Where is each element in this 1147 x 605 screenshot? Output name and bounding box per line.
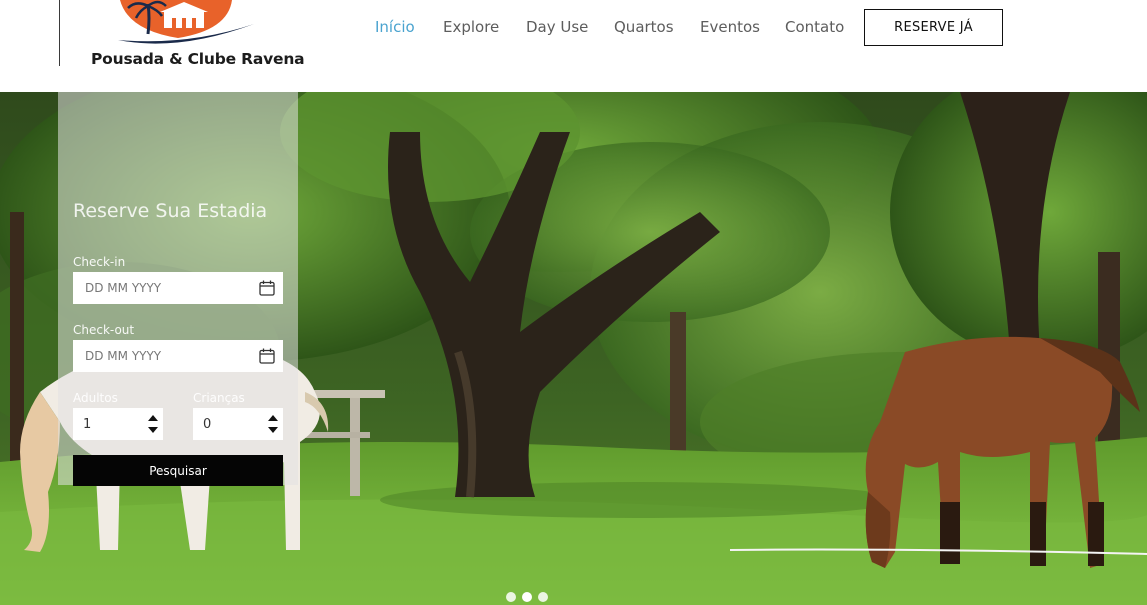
reserve-now-button[interactable]: RESERVE JÁ <box>864 9 1003 46</box>
adults-label: Adultos <box>73 391 118 405</box>
calendar-icon[interactable] <box>259 348 275 364</box>
nav-item-quartos[interactable]: Quartos <box>614 18 674 36</box>
booking-title: Reserve Sua Estadia <box>73 200 268 222</box>
slide-dot-2[interactable] <box>522 592 532 602</box>
nav-item-contato[interactable]: Contato <box>785 18 844 36</box>
adults-value: 1 <box>83 416 92 432</box>
header-divider <box>59 0 60 66</box>
slide-dot-1[interactable] <box>506 592 516 602</box>
checkout-label: Check-out <box>73 323 135 337</box>
site-header: Pousada & Clube Ravena Início Explore Da… <box>0 0 1147 92</box>
children-label: Crianças <box>193 391 245 405</box>
checkout-field[interactable]: DD MM YYYY <box>73 340 283 372</box>
adults-stepper[interactable]: 1 <box>73 408 163 440</box>
logo-text: Pousada & Clube Ravena <box>91 50 305 68</box>
nav-item-explore[interactable]: Explore <box>443 18 499 36</box>
adults-stepper-controls <box>147 413 159 435</box>
booking-panel: Reserve Sua Estadia Check-in DD MM YYYY … <box>58 92 298 486</box>
logo[interactable]: Pousada & Clube Ravena <box>88 0 305 76</box>
slide-dot-3[interactable] <box>538 592 548 602</box>
nav-item-day-use[interactable]: Day Use <box>526 18 588 36</box>
arrow-down-icon[interactable] <box>267 425 279 435</box>
checkout-placeholder: DD MM YYYY <box>85 349 162 363</box>
children-value: 0 <box>203 416 212 432</box>
arrow-up-icon[interactable] <box>147 413 159 423</box>
calendar-icon[interactable] <box>259 280 275 296</box>
children-stepper-controls <box>267 413 279 435</box>
search-button[interactable]: Pesquisar <box>73 455 283 486</box>
logo-icon <box>118 0 254 44</box>
hero-slideshow: Reserve Sua Estadia Check-in DD MM YYYY … <box>0 92 1147 605</box>
checkin-label: Check-in <box>73 255 126 269</box>
nav-item-inicio[interactable]: Início <box>375 18 415 36</box>
arrow-up-icon[interactable] <box>267 413 279 423</box>
arrow-down-icon[interactable] <box>147 425 159 435</box>
nav-item-eventos[interactable]: Eventos <box>700 18 760 36</box>
slide-indicators <box>506 592 556 605</box>
checkin-placeholder: DD MM YYYY <box>85 281 162 295</box>
checkin-field[interactable]: DD MM YYYY <box>73 272 283 304</box>
children-stepper[interactable]: 0 <box>193 408 283 440</box>
